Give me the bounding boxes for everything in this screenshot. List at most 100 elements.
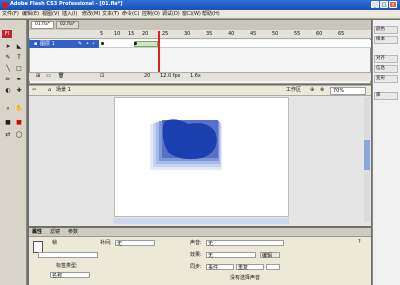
- playhead[interactable]: [158, 31, 160, 76]
- sound-select[interactable]: 无: [206, 240, 284, 247]
- zoom-select[interactable]: 70%: [330, 87, 366, 95]
- current-frame: 20: [144, 73, 151, 79]
- snap-magnet-icon[interactable]: ◯: [14, 130, 24, 139]
- fill-color-icon[interactable]: ■: [14, 118, 24, 127]
- eyedropper-tool-icon[interactable]: ✚: [14, 86, 24, 95]
- menu-insert[interactable]: 插入(I): [62, 12, 77, 17]
- rectangle-tool-icon[interactable]: □: [14, 64, 24, 73]
- layer-name: 图层 1: [40, 41, 55, 47]
- help-icon[interactable]: ?: [358, 240, 361, 245]
- edit-symbols-icon[interactable]: ⊗: [320, 88, 324, 93]
- add-layer-icon[interactable]: ⊞: [36, 74, 40, 79]
- elapsed-time: 1.6s: [190, 73, 201, 79]
- scene-name: 场景 1: [56, 87, 71, 93]
- layer-icon: ▪: [34, 41, 38, 47]
- zoom-tool-icon[interactable]: ⌕: [3, 104, 13, 113]
- ruler-tick: 40: [228, 31, 235, 37]
- motion-tween-span[interactable]: [134, 41, 158, 47]
- tween-label: 补间:: [100, 240, 112, 246]
- menu-view[interactable]: 视图(V): [42, 12, 59, 17]
- effect-select[interactable]: 无: [206, 252, 256, 259]
- repeat-select[interactable]: 重复: [236, 264, 264, 271]
- no-sound-text: 没有选择声音: [230, 275, 261, 281]
- menu-text[interactable]: 文本(T): [102, 12, 119, 17]
- pencil-tool-icon[interactable]: ✏: [3, 75, 13, 84]
- center-frame-icon[interactable]: ⊡: [100, 74, 104, 79]
- ruler-tick: 50: [272, 31, 279, 37]
- menu-help[interactable]: 帮助(H): [202, 12, 220, 17]
- repeat-count-input[interactable]: [266, 264, 280, 270]
- doc-tab-01[interactable]: 01.fla*: [31, 21, 54, 29]
- ruler-tick: 55: [294, 31, 301, 37]
- frame-name-input[interactable]: [38, 252, 98, 258]
- line-tool-icon[interactable]: ╲: [3, 64, 13, 73]
- menu-commands[interactable]: 命令(C): [122, 12, 139, 17]
- panel-info[interactable]: 信息: [374, 65, 398, 73]
- window-title: Adobe Flash CS3 Professional - [01.fla*]: [10, 1, 123, 7]
- document-tabs-bar: [29, 20, 371, 30]
- selection-tool-icon[interactable]: ➤: [3, 42, 13, 51]
- menu-control[interactable]: 控制(O): [142, 12, 160, 17]
- ruler-tick: 45: [250, 31, 257, 37]
- flash-app-icon: [2, 2, 8, 8]
- pen-tool-icon[interactable]: ✒: [14, 75, 24, 84]
- menu-debug[interactable]: 调试(D): [162, 12, 180, 17]
- ruler-tick: 25: [162, 31, 169, 37]
- hand-tool-icon[interactable]: ✋: [14, 104, 24, 113]
- vertical-scroll-thumb[interactable]: [364, 140, 370, 170]
- lock-dot-icon[interactable]: •: [92, 42, 95, 47]
- ruler-tick: 35: [206, 31, 213, 37]
- tab-properties[interactable]: 属性: [32, 230, 42, 235]
- properties-tab-bar: [29, 228, 371, 236]
- ink-bottle-tool-icon[interactable]: ◐: [3, 86, 13, 95]
- free-transform-tool-icon[interactable]: ✎: [3, 53, 13, 62]
- ruler-tick: 60: [316, 31, 323, 37]
- sync-select[interactable]: 事件: [206, 264, 234, 271]
- menu-window[interactable]: 窗口(W): [182, 12, 201, 17]
- ruler-tick: 15: [128, 31, 135, 37]
- stroke-color-icon[interactable]: ■: [3, 118, 13, 127]
- back-arrow-icon[interactable]: ⇦: [32, 88, 36, 93]
- motion-shape[interactable]: [150, 118, 230, 173]
- horizontal-scrollbar[interactable]: [114, 218, 289, 224]
- swap-colors-icon[interactable]: ⇄: [3, 130, 13, 139]
- ruler-tick: 30: [184, 31, 191, 37]
- ruler-tick: 20: [142, 31, 149, 37]
- text-tool-icon[interactable]: T: [14, 53, 24, 62]
- ruler-tick: 5: [100, 31, 104, 37]
- frame-label: 帧: [52, 240, 58, 246]
- menu-file[interactable]: 文件(F): [2, 12, 19, 17]
- tab-parameters[interactable]: 参数: [68, 230, 78, 235]
- panel-swatches[interactable]: 样本: [374, 36, 398, 44]
- close-button[interactable]: ×: [389, 1, 397, 8]
- workspace-label[interactable]: 工作区: [286, 88, 301, 93]
- panel-library[interactable]: 库: [374, 92, 398, 100]
- panel-color[interactable]: 颜色: [374, 26, 398, 34]
- sync-label: 同步:: [190, 264, 202, 270]
- edit-scene-icon[interactable]: ⊕: [310, 88, 314, 93]
- keyframe-icon[interactable]: [101, 42, 104, 45]
- label-type-select[interactable]: 名称: [50, 272, 90, 279]
- flash-logo: Fl: [2, 30, 12, 38]
- panel-align[interactable]: 对齐: [374, 55, 398, 63]
- ruler-tick: 65: [338, 31, 345, 37]
- subselection-tool-icon[interactable]: ◣: [14, 42, 24, 51]
- menu-modify[interactable]: 修改(M): [82, 12, 100, 17]
- edit-button[interactable]: 编辑: [260, 252, 280, 259]
- delete-layer-icon[interactable]: 🗑: [58, 74, 64, 79]
- minimize-button[interactable]: _: [371, 1, 379, 8]
- panel-transform[interactable]: 变形: [374, 75, 398, 83]
- frame-rate: 12.0 fps: [160, 73, 181, 79]
- sound-label: 声音:: [190, 240, 202, 246]
- tween-select[interactable]: 无: [115, 240, 155, 247]
- visibility-dot-icon[interactable]: •: [86, 42, 89, 47]
- maximize-button[interactable]: □: [380, 1, 388, 8]
- menu-edit[interactable]: 编辑(E): [22, 12, 39, 17]
- ruler-tick: 10: [114, 31, 121, 37]
- tab-filters[interactable]: 滤镜: [50, 230, 60, 235]
- add-folder-icon[interactable]: ▭: [46, 74, 51, 79]
- scene-icon: ⌂: [48, 87, 52, 93]
- keyframe-icon[interactable]: [134, 42, 137, 45]
- timeline-ruler: 5: [100, 32, 103, 37]
- doc-tab-02[interactable]: 02.fla*: [56, 21, 79, 29]
